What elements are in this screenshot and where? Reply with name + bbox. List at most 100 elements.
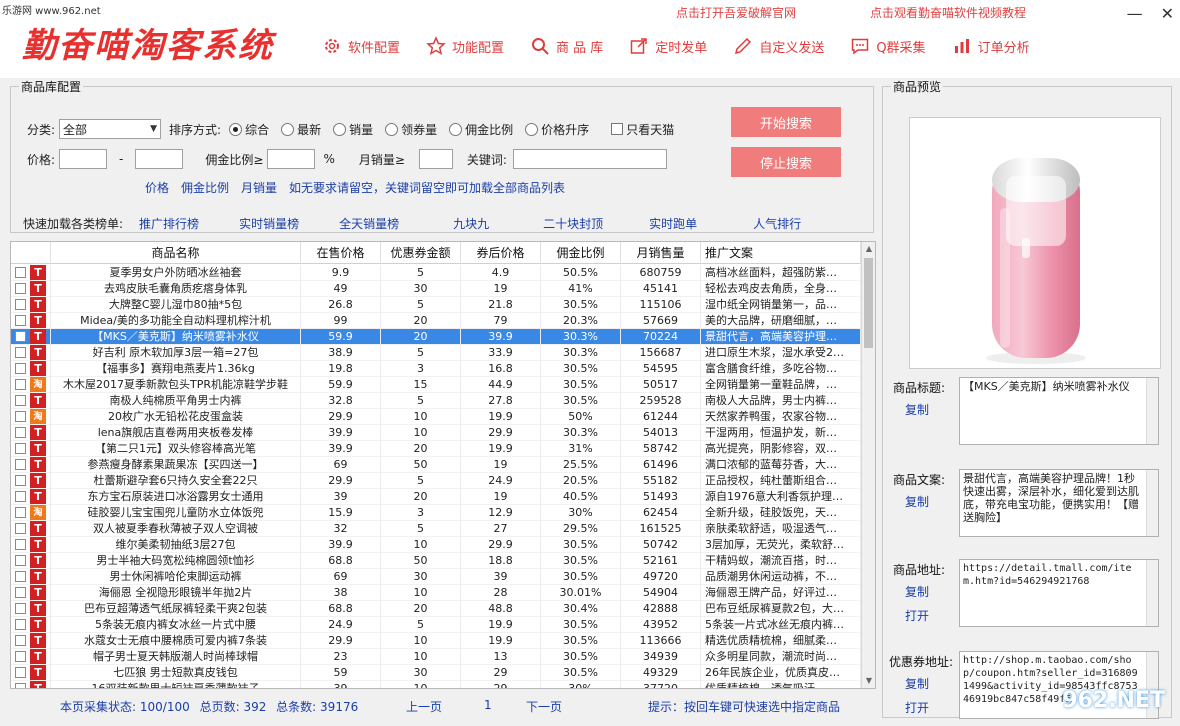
table-row[interactable]: T 去鸡皮肤毛囊角质疙瘩身体乳 49 30 19 41% 45141 轻松去鸡皮去角质，全身… [11,281,861,297]
row-checkbox[interactable] [15,379,26,390]
video-tutorial-link[interactable]: 点击观看勤奋喵软件视频教程 [870,4,1026,21]
quick-link-realtime-sales[interactable]: 实时销量榜 [239,215,299,232]
row-checkbox[interactable] [15,555,26,566]
row-checkbox[interactable] [15,603,26,614]
table-row[interactable]: Tlena旗舰店直卷两用夹板卷发棒 39.9 10 29.9 30.3% 54013 干湿两… [11,425,861,441]
header-price[interactable]: 在售价格 [301,242,381,264]
table-row[interactable]: T 大牌整C婴儿湿巾80抽*5包 26.8 5 21.8 30.5% 115106 湿巾纸全网… [11,297,861,313]
nav-qq-group-collect[interactable]: Q群采集 [850,36,926,56]
quick-link-popularity[interactable]: 人气排行 [753,215,801,232]
table-row[interactable]: T 5条装无痕内裤女冰丝一片式中腰 24.9 5 19.9 30.5% 43952 5条装一片… [11,617,861,633]
sort-radio-commission[interactable]: 佣金比例 [449,121,513,138]
row-checkbox[interactable] [15,635,26,646]
keyword-input[interactable] [512,149,667,169]
table-row[interactable]: T 双人被夏季春秋薄被子双人空调被 32 5 27 29.5% 161525 亲肤柔软舒适，吸… [11,521,861,537]
row-checkbox[interactable] [15,443,26,454]
table-row[interactable]: T 好吉利 原木软加厚3层一箱=27包 38.9 5 33.9 30.3% 156687 进口… [11,345,861,361]
prev-page-button[interactable]: 上一页 [406,698,442,715]
sort-radio-sales[interactable]: 销量 [333,121,373,138]
textbox-scrollbar[interactable] [1146,378,1158,444]
start-search-button[interactable]: 开始搜索 [731,107,841,137]
title-copy-button[interactable]: 复制 [905,401,929,418]
nav-product-library[interactable]: 商 品 库 [530,36,603,56]
url-copy-button[interactable]: 复制 [905,583,929,600]
hint-link-price[interactable]: 价格 [145,179,169,196]
header-after-coupon[interactable]: 券后价格 [461,242,541,264]
sort-radio-coupon-count[interactable]: 领券量 [385,121,437,138]
url-open-button[interactable]: 打开 [905,607,929,624]
copytext-textbox[interactable]: 景甜代言，高端美容护理品牌！1秒快速出雾，深层补水，细化爱到达肌底，带充电宝功能… [959,469,1159,537]
row-checkbox[interactable] [15,267,26,278]
row-checkbox[interactable] [15,491,26,502]
table-row[interactable]: T 【MKS／美克斯】纳米喷雾补水仪 59.9 20 39.9 30.3% 70224 景甜代… [11,329,861,345]
row-checkbox[interactable] [15,523,26,534]
header-coupon[interactable]: 优惠券金额 [381,242,461,264]
row-checkbox[interactable] [15,347,26,358]
table-row[interactable]: T 南极人纯棉质平角男士内裤 32.8 5 27.8 30.5% 259528 南极人大品牌，… [11,393,861,409]
table-row[interactable]: 淘 20枚广水无铅松花皮蛋盒装 29.9 10 19.9 50% 61244 天然家养鸭蛋，农… [11,409,861,425]
table-row[interactable]: T 东方宝石原装进口冰浴露男女士通用 39 20 19 40.5% 51493 源自1976意… [11,489,861,505]
commission-input[interactable] [267,149,316,169]
scroll-thumb[interactable] [864,258,873,348]
table-row[interactable]: T 水蔻女士无痕中腰棉质可爱内裤7条装 29.9 10 19.9 30.5% 113666 精… [11,633,861,649]
header-commission[interactable]: 佣金比例 [541,242,621,264]
row-checkbox[interactable] [15,395,26,406]
table-row[interactable]: T 巴布豆超薄透气纸尿裤轻柔干爽2包装 68.8 20 48.8 30.4% 42888 巴布… [11,601,861,617]
scroll-up-icon[interactable]: ▲ [862,242,875,256]
row-checkbox[interactable] [15,667,26,678]
table-row[interactable]: T 男士休闲裤哈伦束脚运动裤 69 30 39 30.5% 49720 品质潮男休闲运动裤，不… [11,569,861,585]
header-name[interactable]: 商品名称 [51,242,301,264]
row-checkbox[interactable] [15,363,26,374]
nav-feature-config[interactable]: 功能配置 [426,36,504,56]
quick-link-allday-sales[interactable]: 全天销量榜 [339,215,399,232]
row-checkbox[interactable] [15,283,26,294]
row-checkbox[interactable] [15,683,26,688]
table-row[interactable]: 淘硅胶婴儿宝宝围兜儿童防水立体饭兜 15.9 3 12.9 30% 62454 全新升级，硅… [11,505,861,521]
table-row[interactable]: T 维尔美柔韧抽纸3层27包 39.9 10 29.9 30.5% 50742 3层加厚，无荧… [11,537,861,553]
row-checkbox[interactable] [15,475,26,486]
quick-link-realtime-orders[interactable]: 实时跑单 [649,215,697,232]
table-row[interactable]: T 参燕瘦身酵素果蔬果冻【买四送一】 69 50 19 25.5% 61496 满口浓郁的蓝莓… [11,457,861,473]
title-textbox[interactable]: 【MKS／美克斯】纳米喷雾补水仪 [959,377,1159,445]
table-row[interactable]: 淘木木屋2017夏季新款包头TPR机能凉鞋学步鞋 59.9 15 44.9 30.5% 5… [11,377,861,393]
row-checkbox[interactable] [15,571,26,582]
coupon-open-button[interactable]: 打开 [905,699,929,716]
table-row[interactable]: T 杜蕾斯避孕套6只持久安全套22只 29.9 5 24.9 20.5% 55182 正品授权… [11,473,861,489]
nav-scheduled-post[interactable]: 定时发单 [629,36,707,56]
close-button[interactable]: ✕ [1161,4,1174,23]
scroll-down-icon[interactable]: ▼ [862,674,875,688]
quick-link-under-20[interactable]: 二十块封顶 [543,215,603,232]
price-min-input[interactable] [59,149,108,169]
textbox-scrollbar[interactable] [1146,470,1158,536]
pojie-link[interactable]: 点击打开吾爱破解官网 [676,4,796,21]
hint-link-commission[interactable]: 佣金比例 [181,179,229,196]
table-row[interactable]: T 帽子男士夏天韩版潮人时尚棒球帽 23 10 13 30.5% 34939 众多明星同款，潮… [11,649,861,665]
table-scrollbar[interactable]: ▲ ▼ [861,242,875,688]
nav-order-analysis[interactable]: 订单分析 [952,36,1030,56]
row-checkbox[interactable] [15,587,26,598]
row-checkbox[interactable] [15,539,26,550]
row-checkbox[interactable] [15,619,26,630]
row-checkbox[interactable] [15,651,26,662]
header-promo-copy[interactable]: 推广文案 [701,242,861,264]
nav-software-config[interactable]: 软件配置 [322,36,400,56]
row-checkbox[interactable] [15,331,26,342]
table-row[interactable]: T 海俪恩 全视隐形眼镜半年抛2片 38 10 28 30.01% 54904 海俪恩王牌产品… [11,585,861,601]
coupon-copy-button[interactable]: 复制 [905,675,929,692]
minimize-button[interactable]: — [1127,4,1143,23]
nav-custom-send[interactable]: 自定义发送 [733,36,824,56]
table-row[interactable]: T 16双装新款男士短袜夏季薄款袜子 39 10 29 30% 37720 优质精梳棉，透气吸… [11,681,861,688]
tmall-only-checkbox[interactable]: 只看天猫 [611,121,674,138]
table-row[interactable]: T 【第二只1元】双头修容棒高光笔 39.9 20 19.9 31% 58742 高光提亮，阴… [11,441,861,457]
copytext-copy-button[interactable]: 复制 [905,493,929,510]
table-row[interactable]: T 夏季男女户外防晒冰丝袖套 9.9 5 4.9 50.5% 680759 高档冰丝面料，超强… [11,265,861,281]
table-row[interactable]: T Midea/美的多功能全自动料理机榨汁机 99 20 79 20.3% 57669 美的大… [11,313,861,329]
sort-radio-comprehensive[interactable]: 综合 [229,121,269,138]
row-checkbox[interactable] [15,411,26,422]
stop-search-button[interactable]: 停止搜索 [731,147,841,177]
header-monthly-sales[interactable]: 月销售量 [621,242,701,264]
hint-link-monthly-sales[interactable]: 月销量 [241,179,277,196]
monthly-sales-input[interactable] [418,149,453,169]
row-checkbox[interactable] [15,459,26,470]
textbox-scrollbar[interactable] [1146,560,1158,626]
